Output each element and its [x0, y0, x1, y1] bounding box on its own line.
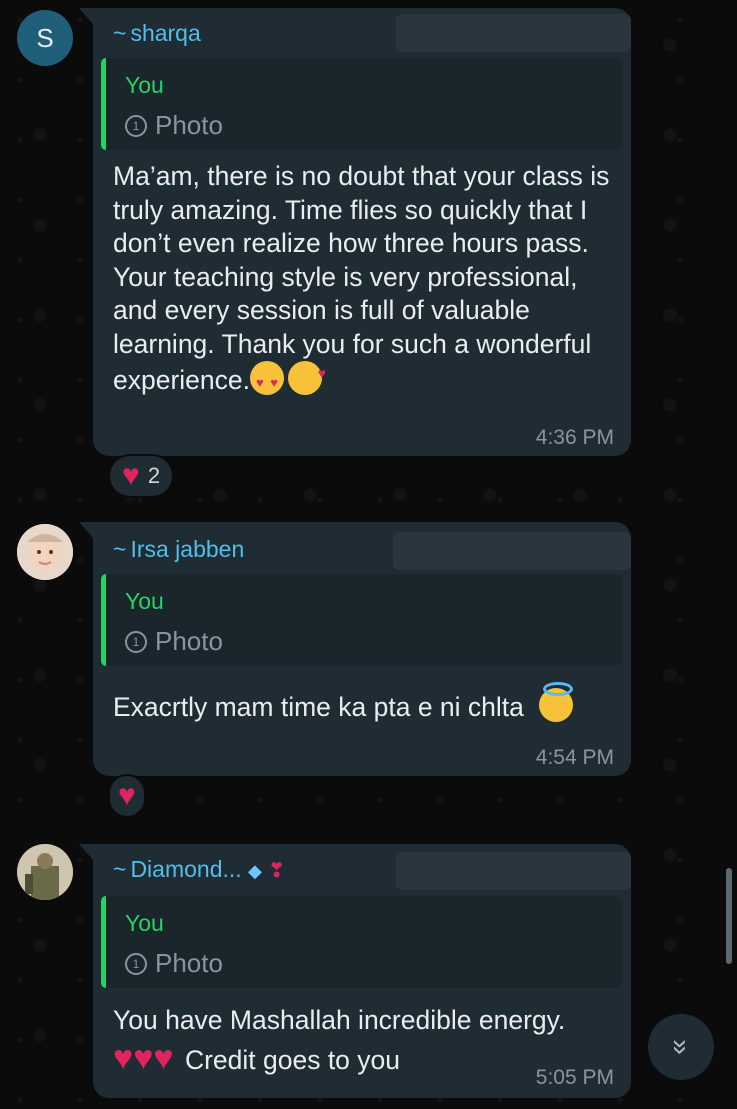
message-time: 5:05 PM — [535, 1066, 614, 1089]
scroll-to-bottom-button[interactable]: » — [648, 1014, 714, 1080]
quoted-message[interactable]: You 1 Photo — [101, 574, 623, 666]
message-bubble[interactable]: ~ sharqa You 1 Photo Ma’am, there is no d… — [79, 8, 631, 456]
view-once-photo-icon: 1 — [125, 114, 147, 137]
scrollbar-thumb[interactable] — [726, 868, 732, 964]
avatar-diamond[interactable] — [17, 844, 73, 900]
sender-name[interactable]: ~ sharqa — [113, 20, 201, 47]
quoted-type: Photo — [155, 626, 223, 656]
quote-accent-bar — [101, 574, 106, 666]
quote-accent-bar — [101, 896, 106, 988]
bubble-tail — [79, 844, 93, 860]
sender-name[interactable]: ~ Diamond... ◆ ❣ — [113, 856, 285, 883]
message-time: 4:54 PM — [535, 746, 614, 769]
red-heart-icon: ♥ — [122, 459, 140, 492]
message-text-line-2-content: Credit goes to you — [184, 1045, 401, 1075]
bubble-tail — [79, 522, 93, 538]
gem-stone-icon: ◆ — [248, 861, 262, 881]
message-bubble[interactable]: ~ Irsa jabben You 1 Photo Exacrtly mam ti… — [79, 522, 631, 776]
avatar-irsa-jabben[interactable] — [17, 524, 73, 580]
avatar-letter: S — [36, 22, 54, 53]
message-text: Exacrtly mam time ka pta e ni chlta — [113, 682, 618, 725]
message-bubble[interactable]: ~ Diamond... ◆ ❣ You 1 Photo You have Mas… — [79, 844, 631, 1098]
red-heart-icon: ♥ — [153, 1039, 174, 1077]
sender-name-text: sharqa — [130, 20, 201, 46]
view-once-photo-icon: 1 — [125, 952, 147, 975]
message-text: Ma’am, there is no doubt that your class… — [113, 160, 618, 400]
sender-name-text: Irsa jabben — [130, 536, 245, 562]
heart-exclamation-icon: ❣ — [268, 860, 286, 882]
redacted-phone — [393, 532, 631, 570]
sender-name-text: Diamond... — [130, 856, 242, 882]
quoted-author: You — [125, 910, 164, 936]
red-heart-icon: ♥ — [113, 1039, 134, 1077]
sender-name[interactable]: ~ Irsa jabben — [113, 536, 244, 563]
message-time: 4:36 PM — [535, 426, 614, 449]
quoted-photo: 1 Photo — [125, 626, 223, 657]
message-text-content: Ma’am, there is no doubt that your class… — [113, 161, 610, 395]
reaction-pill[interactable]: ♥ — [108, 774, 146, 818]
reaction-pill[interactable]: ♥ 2 — [108, 454, 175, 498]
quoted-photo: 1 Photo — [125, 948, 223, 979]
red-heart-icon: ♥ — [133, 1039, 154, 1077]
view-once-photo-icon: 1 — [125, 630, 147, 653]
message-text-content: Exacrtly mam time ka pta e ni chlta — [113, 692, 524, 722]
quote-accent-bar — [101, 58, 106, 150]
quoted-type: Photo — [155, 110, 223, 140]
baby-photo-icon — [17, 524, 73, 580]
quoted-author: You — [125, 588, 164, 614]
quoted-photo: 1 Photo — [125, 110, 223, 141]
bubble-tail — [79, 8, 93, 24]
smiling-face-with-hearts-icon — [288, 357, 326, 395]
message-text-line-1: You have Mashallah incredible energy. — [113, 1005, 566, 1035]
quoted-message[interactable]: You 1 Photo — [101, 896, 623, 988]
quoted-author: You — [125, 72, 164, 98]
reaction-count: 2 — [147, 463, 161, 488]
redacted-phone — [396, 852, 631, 890]
redacted-phone — [396, 14, 631, 52]
quoted-message[interactable]: You 1 Photo — [101, 58, 623, 150]
avatar-sharqa[interactable]: S — [17, 10, 73, 66]
quoted-type: Photo — [155, 948, 223, 978]
red-heart-icon: ♥ — [118, 779, 136, 812]
smiling-face-with-halo-icon — [539, 682, 574, 722]
soldier-photo-icon — [17, 844, 73, 900]
double-chevron-down-icon: » — [665, 1039, 697, 1055]
smiling-face-with-heart-eyes-icon — [250, 361, 285, 400]
